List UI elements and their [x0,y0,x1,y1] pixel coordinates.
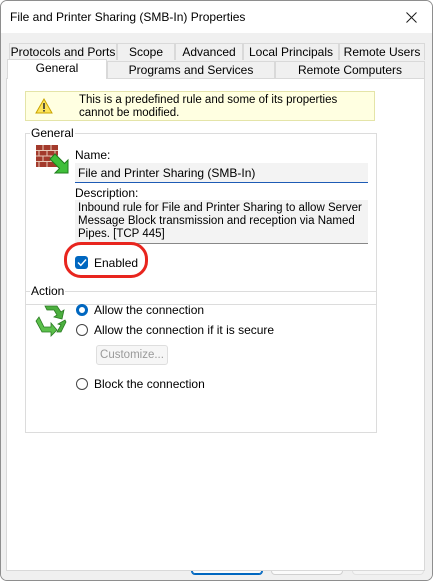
general-group-label: General [30,126,75,140]
allow-connection-label[interactable]: Allow the connection [94,303,204,317]
tab-local-principals[interactable]: Local Principals [243,43,339,60]
close-icon [405,11,417,23]
name-field[interactable]: File and Printer Sharing (SMB-In) [75,163,368,183]
allow-connection-radio[interactable] [76,304,88,316]
title-bar[interactable]: File and Printer Sharing (SMB-In) Proper… [1,1,432,33]
name-label: Name: [75,148,111,162]
tab-programs-and-services[interactable]: Programs and Services [107,61,275,78]
properties-dialog: File and Printer Sharing (SMB-In) Proper… [0,0,433,581]
allow-if-secure-radio[interactable] [76,324,88,336]
tab-advanced[interactable]: Advanced [175,43,243,60]
checkmark-icon [77,259,87,267]
action-group-label: Action [30,284,66,298]
allow-if-secure-label[interactable]: Allow the connection if it is secure [94,323,274,337]
recycle-arrows-icon [35,305,67,337]
window-title: File and Printer Sharing (SMB-In) Proper… [10,10,246,24]
tab-scope[interactable]: Scope [117,43,175,60]
block-connection-label[interactable]: Block the connection [94,377,205,391]
description-label: Description: [75,186,139,200]
close-button[interactable] [396,3,426,31]
info-bar: This is a predefined rule and some of it… [25,91,375,121]
tab-general[interactable]: General [7,59,107,79]
firewall-rule-icon [36,145,69,174]
block-connection-radio[interactable] [76,378,88,390]
customize-button[interactable]: Customize... [96,345,168,365]
tab-remote-users[interactable]: Remote Users [339,43,425,60]
enabled-checkbox[interactable] [75,256,88,269]
dialog-client: Protocols and Ports Scope Advanced Local… [1,33,432,580]
info-icon [35,98,53,114]
description-field[interactable]: Inbound rule for File and Printer Sharin… [75,200,368,244]
tab-protocols-and-ports[interactable]: Protocols and Ports [9,43,117,60]
tab-remote-computers[interactable]: Remote Computers [275,61,425,78]
enabled-label[interactable]: Enabled [94,256,138,270]
info-text: This is a predefined rule and some of it… [79,94,338,119]
general-tab-panel: This is a predefined rule and some of it… [6,78,425,571]
